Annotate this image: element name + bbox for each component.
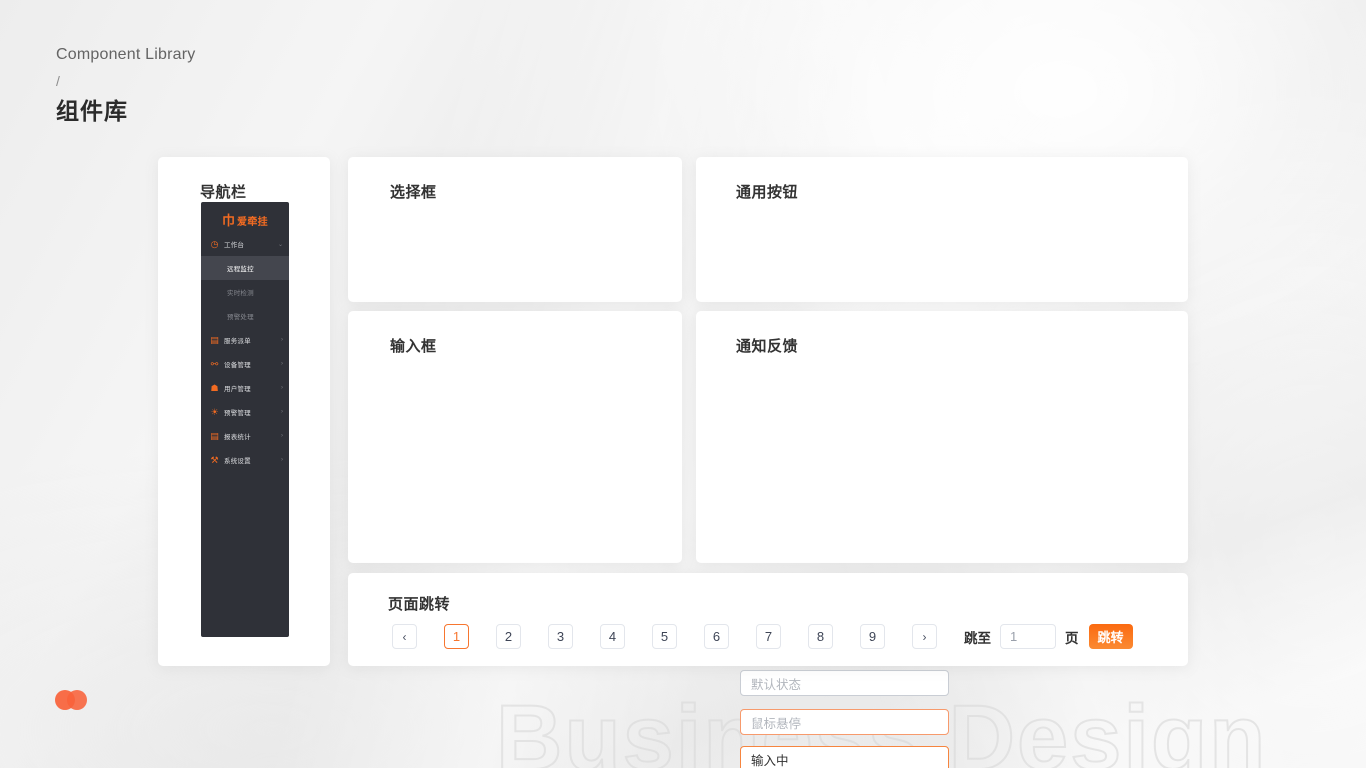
nav-card-title: 导航栏: [200, 184, 247, 201]
clock-icon: ◷: [210, 238, 219, 249]
sidebar-item-7[interactable]: ☀ 预警管理 ›: [201, 400, 289, 424]
sidebar-item-label: 用户管理: [224, 386, 251, 393]
input-card: 输入框 默认状态 鼠标悬停 输入中 不可输入 输入错误: [348, 311, 949, 768]
jump-to-input[interactable]: 1: [1000, 624, 1056, 649]
sidebar-item-5[interactable]: ⚯ 设备管理 ›: [201, 352, 289, 376]
input-typing[interactable]: 输入中: [740, 746, 949, 768]
pagination-page-list: 1 2 3 4 5 6 7 8 9: [444, 624, 912, 649]
pagination-page-1[interactable]: 1: [444, 624, 469, 649]
brand-mark-icon: 巾: [222, 212, 236, 228]
dot-right-icon: [67, 690, 87, 710]
input-default[interactable]: 默认状态: [740, 670, 949, 696]
chevron-right-icon: ›: [281, 409, 283, 415]
sidebar-item-4[interactable]: ▤ 服务派单 ›: [201, 328, 289, 352]
bulb-icon: ☀: [210, 406, 219, 417]
chevron-right-icon: ›: [281, 385, 283, 391]
pagination-page-9[interactable]: 9: [860, 624, 885, 649]
pagination-controls: ‹ 1 2 3 4 5 6 7 8 9 › 跳至 1 页 跳转: [392, 624, 1133, 649]
sitemap-icon: ⚯: [210, 358, 219, 369]
clipboard-icon: ▤: [210, 334, 219, 345]
buttons-card: 通用按钮 Default Hove Active Disable Default…: [696, 157, 1188, 432]
sidebar-item-0[interactable]: ◷ 工作台 ⌄: [201, 232, 289, 256]
jump-to-label: 跳至: [964, 630, 991, 646]
sidebar-item-label: 工作台: [224, 242, 245, 249]
chevron-down-icon: ⌄: [277, 241, 283, 248]
sidebar-item-6[interactable]: ☗ 用户管理 ›: [201, 376, 289, 400]
chevron-right-icon: ›: [281, 433, 283, 439]
sidebar-item-list: ◷ 工作台 ⌄ 远程监控实时检测预警处理 ▤ 服务派单 › ⚯ 设备管理 › ☗ 用户管理 › ☀ 预警管理…: [201, 232, 289, 472]
sidebar-logo: 巾 爱牵挂: [201, 202, 289, 232]
user-icon: ☗: [210, 382, 219, 393]
pagination-page-8[interactable]: 8: [808, 624, 833, 649]
pagination-card-title: 页面跳转: [388, 596, 451, 613]
pagination-page-4[interactable]: 4: [600, 624, 625, 649]
pagination-page-7[interactable]: 7: [756, 624, 781, 649]
sidebar-item-label: 服务派单: [224, 338, 251, 345]
page-title: 组件库: [56, 98, 128, 124]
sidebar-item-3[interactable]: 预警处理: [201, 304, 289, 328]
chevron-right-icon: ›: [281, 361, 283, 367]
sidebar-navigation: 巾 爱牵挂 ◷ 工作台 ⌄ 远程监控实时检测预警处理 ▤ 服务派单 › ⚯ 设备管理 › ☗ 用户管理…: [201, 202, 289, 637]
jump-to-unit-label: 页: [1065, 630, 1079, 646]
brand-name: 爱牵挂: [237, 216, 268, 228]
sidebar-item-2[interactable]: 实时检测: [201, 280, 289, 304]
sidebar-item-label: 设备管理: [224, 362, 251, 369]
report-icon: ▤: [210, 430, 219, 441]
sidebar-item-label: 实时检测: [227, 290, 254, 297]
sidebar-item-9[interactable]: ⚒ 系统设置 ›: [201, 448, 289, 472]
pagination-prev-button[interactable]: ‹: [392, 624, 417, 649]
pagination-page-6[interactable]: 6: [704, 624, 729, 649]
chevron-right-icon: ›: [281, 457, 283, 463]
sidebar-item-8[interactable]: ▤ 报表统计 ›: [201, 424, 289, 448]
notify-card: 通知反馈 ! 新消息提示 ✓ 成功提示 ⚠ 警告提示: [696, 311, 1188, 563]
breadcrumb-eyebrow: Component Library: [56, 46, 196, 63]
pagination-page-5[interactable]: 5: [652, 624, 677, 649]
breadcrumb-separator: /: [56, 73, 60, 89]
chevron-right-icon: ›: [281, 337, 283, 343]
input-card-title: 输入框: [390, 338, 437, 355]
sidebar-item-label: 系统设置: [224, 458, 251, 465]
sidebar-item-label: 预警处理: [227, 314, 254, 321]
nav-card: 导航栏 巾 爱牵挂 ◷ 工作台 ⌄ 远程监控 实时检测 预警处理 ▤ 服务派单 › ⚯ 设备管理 › ☗…: [158, 157, 330, 666]
select-card: 选择框 Defarult Hover Active ✓: [348, 157, 921, 436]
wrench-icon: ⚒: [210, 454, 219, 465]
pagination-page-2[interactable]: 2: [496, 624, 521, 649]
sidebar-item-label: 预警管理: [224, 410, 251, 417]
sidebar-item-1[interactable]: 远程监控: [201, 256, 289, 280]
sidebar-item-label: 远程监控: [227, 266, 254, 273]
select-card-title: 选择框: [390, 184, 437, 201]
buttons-card-title: 通用按钮: [736, 184, 799, 201]
pagination-card: 页面跳转: [348, 573, 1188, 666]
sidebar-item-label: 报表统计: [224, 434, 251, 441]
pagination-page-3[interactable]: 3: [548, 624, 573, 649]
jump-to-button[interactable]: 跳转: [1088, 624, 1133, 649]
pagination-next-button[interactable]: ›: [912, 624, 937, 649]
input-hover[interactable]: 鼠标悬停: [740, 709, 949, 735]
decorative-dots: [55, 690, 95, 710]
notify-card-title: 通知反馈: [736, 338, 799, 355]
page-header: Component Library / 组件库: [56, 44, 195, 126]
